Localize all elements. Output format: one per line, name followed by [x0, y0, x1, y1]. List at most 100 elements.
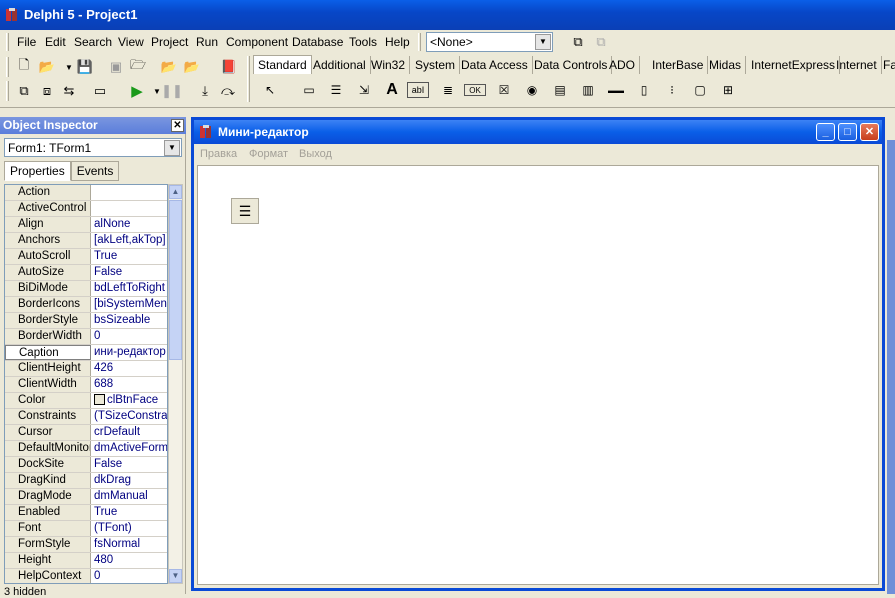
property-name[interactable]: Font — [5, 521, 91, 536]
combobox-icon[interactable]: ▥ — [576, 78, 600, 102]
scroll-up-icon[interactable]: ▲ — [169, 185, 182, 199]
property-name[interactable]: AutoScroll — [5, 249, 91, 264]
form-menu-edit[interactable]: Правка — [200, 148, 237, 160]
property-value[interactable]: alNone — [92, 217, 167, 232]
property-row[interactable]: BorderStyle bsSizeable — [5, 313, 167, 329]
radiogroup-icon[interactable]: ⁝ — [660, 78, 684, 102]
main-menu-icon[interactable]: ☰ — [324, 78, 348, 102]
tab-events[interactable]: Events — [70, 161, 120, 181]
tab-interbase[interactable]: InterBase — [648, 56, 709, 74]
menu-run[interactable]: Run — [194, 35, 220, 49]
object-inspector-title-bar[interactable]: Object Inspector ✕ — [0, 117, 186, 134]
view-unit-icon[interactable]: ⧉ — [13, 80, 35, 102]
memo-icon[interactable]: ≣ — [436, 78, 460, 102]
property-row[interactable]: +Anchors[akLeft,akTop] — [5, 233, 167, 249]
property-value[interactable]: clBtnFace — [92, 393, 167, 408]
property-name[interactable]: ClientWidth — [5, 377, 91, 392]
view-form-icon[interactable]: ⧈ — [36, 80, 58, 102]
property-value[interactable]: True — [92, 249, 167, 264]
save-all-icon[interactable]: ▣ — [105, 56, 127, 78]
property-row[interactable]: BiDiMode bdLeftToRight — [5, 281, 167, 297]
desktop-combo[interactable]: <None> ▼ — [426, 32, 553, 52]
property-row[interactable]: Color clBtnFace — [5, 393, 167, 409]
minimize-icon[interactable]: _ — [816, 123, 835, 141]
property-row[interactable]: DockSite False — [5, 457, 167, 473]
property-name[interactable]: BorderWidth — [5, 329, 91, 344]
run-icon[interactable]: ▶ — [126, 80, 148, 102]
groupbox-icon[interactable]: ▯ — [632, 78, 656, 102]
form-menu-exit[interactable]: Выход — [299, 148, 332, 160]
property-name[interactable]: DragMode — [5, 489, 91, 504]
menu-tools[interactable]: Tools — [347, 35, 379, 49]
property-row[interactable]: +Font(TFont) — [5, 521, 167, 537]
property-name[interactable]: Enabled — [5, 505, 91, 520]
property-value[interactable]: (TFont) — [92, 521, 167, 536]
tab-midas[interactable]: Midas — [705, 56, 747, 74]
chevron-down-icon[interactable]: ▼ — [535, 34, 551, 50]
property-row[interactable]: BorderWidth 0 — [5, 329, 167, 345]
property-value[interactable]: [biSystemMenu — [92, 297, 167, 312]
property-value[interactable]: dmActiveForm — [92, 441, 167, 456]
open-project-icon[interactable]: 🗁 — [127, 56, 149, 78]
property-row[interactable]: DragKind dkDrag — [5, 473, 167, 489]
property-value[interactable] — [92, 185, 167, 200]
form-client-area[interactable]: ☰ — [197, 165, 879, 585]
menu-help[interactable]: Help — [383, 35, 412, 49]
pointer-icon[interactable]: ↖ — [258, 78, 282, 102]
property-name[interactable]: HelpContext — [5, 569, 91, 583]
property-row[interactable]: ClientWidth 688 — [5, 377, 167, 393]
form-designer-window[interactable]: Мини-редактор _ □ ✕ Правка Формат Выход … — [191, 117, 885, 591]
tab-ado[interactable]: ADO — [605, 56, 641, 74]
property-value[interactable]: fsNormal — [92, 537, 167, 552]
property-name[interactable]: DefaultMonitor — [5, 441, 91, 456]
checkbox-icon[interactable]: ☒ — [492, 78, 516, 102]
ide-title-bar[interactable]: Delphi 5 - Project1 — [0, 0, 895, 30]
property-value[interactable]: crDefault — [92, 425, 167, 440]
property-value[interactable]: 480 — [92, 553, 167, 568]
trace-into-icon[interactable]: ⤓ — [194, 80, 216, 102]
tab-standard[interactable]: Standard — [253, 55, 312, 74]
property-name[interactable]: BorderStyle — [5, 313, 91, 328]
form-title-bar[interactable]: Мини-редактор _ □ ✕ — [194, 120, 882, 144]
menu-component[interactable]: Component — [224, 35, 290, 49]
panel-icon[interactable]: ▢ — [688, 78, 712, 102]
property-value[interactable]: bdLeftToRight — [92, 281, 167, 296]
tab-system[interactable]: System — [411, 56, 461, 74]
tab-data-access[interactable]: Data Access — [457, 56, 533, 74]
property-row[interactable]: DragMode dmManual — [5, 489, 167, 505]
property-name[interactable]: ClientHeight — [5, 361, 91, 376]
property-name[interactable]: BorderIcons — [5, 297, 91, 312]
radiobutton-icon[interactable]: ◉ — [520, 78, 544, 102]
new-form-icon[interactable]: ▭ — [89, 80, 111, 102]
help-book-icon[interactable]: 📕 — [218, 56, 240, 78]
view-toolbar-grip[interactable] — [6, 81, 9, 101]
property-value[interactable]: 0 — [92, 569, 167, 583]
scrollbar-icon[interactable]: ▬▬ — [604, 78, 628, 102]
property-name[interactable]: DockSite — [5, 457, 91, 472]
main-menu-component-icon[interactable]: ☰ — [231, 198, 259, 224]
menubar-grip[interactable] — [6, 33, 9, 51]
tab-data-controls[interactable]: Data Controls — [530, 56, 613, 74]
property-value[interactable]: True — [92, 505, 167, 520]
remove-from-project-icon[interactable]: 📂 — [181, 56, 203, 78]
property-row[interactable]: Align alNone — [5, 217, 167, 233]
label-icon[interactable]: A — [380, 78, 404, 102]
property-row[interactable]: ClientHeight 426 — [5, 361, 167, 377]
edit-icon[interactable]: abI — [407, 82, 429, 98]
menu-database[interactable]: Database — [290, 35, 345, 49]
menu-search[interactable]: Search — [72, 35, 114, 49]
property-row[interactable]: +BorderIcons[biSystemMenu — [5, 297, 167, 313]
add-to-project-icon[interactable]: 📂 — [158, 56, 180, 78]
new-icon[interactable]: 🗋 — [13, 56, 35, 78]
save-desktop-icon[interactable]: ⧉ — [567, 31, 589, 53]
pause-icon[interactable]: ❚❚ — [161, 80, 183, 102]
property-value[interactable]: dkDrag — [92, 473, 167, 488]
tab-properties[interactable]: Properties — [4, 161, 71, 181]
property-row[interactable]: Enabled True — [5, 505, 167, 521]
tab-win32[interactable]: Win32 — [367, 56, 411, 74]
menu-file[interactable]: File — [15, 35, 38, 49]
property-name[interactable]: Anchors — [5, 233, 91, 248]
property-name[interactable]: Align — [5, 217, 91, 232]
property-name[interactable]: Caption — [5, 345, 91, 360]
property-value[interactable]: ини-редактор — [92, 345, 167, 360]
